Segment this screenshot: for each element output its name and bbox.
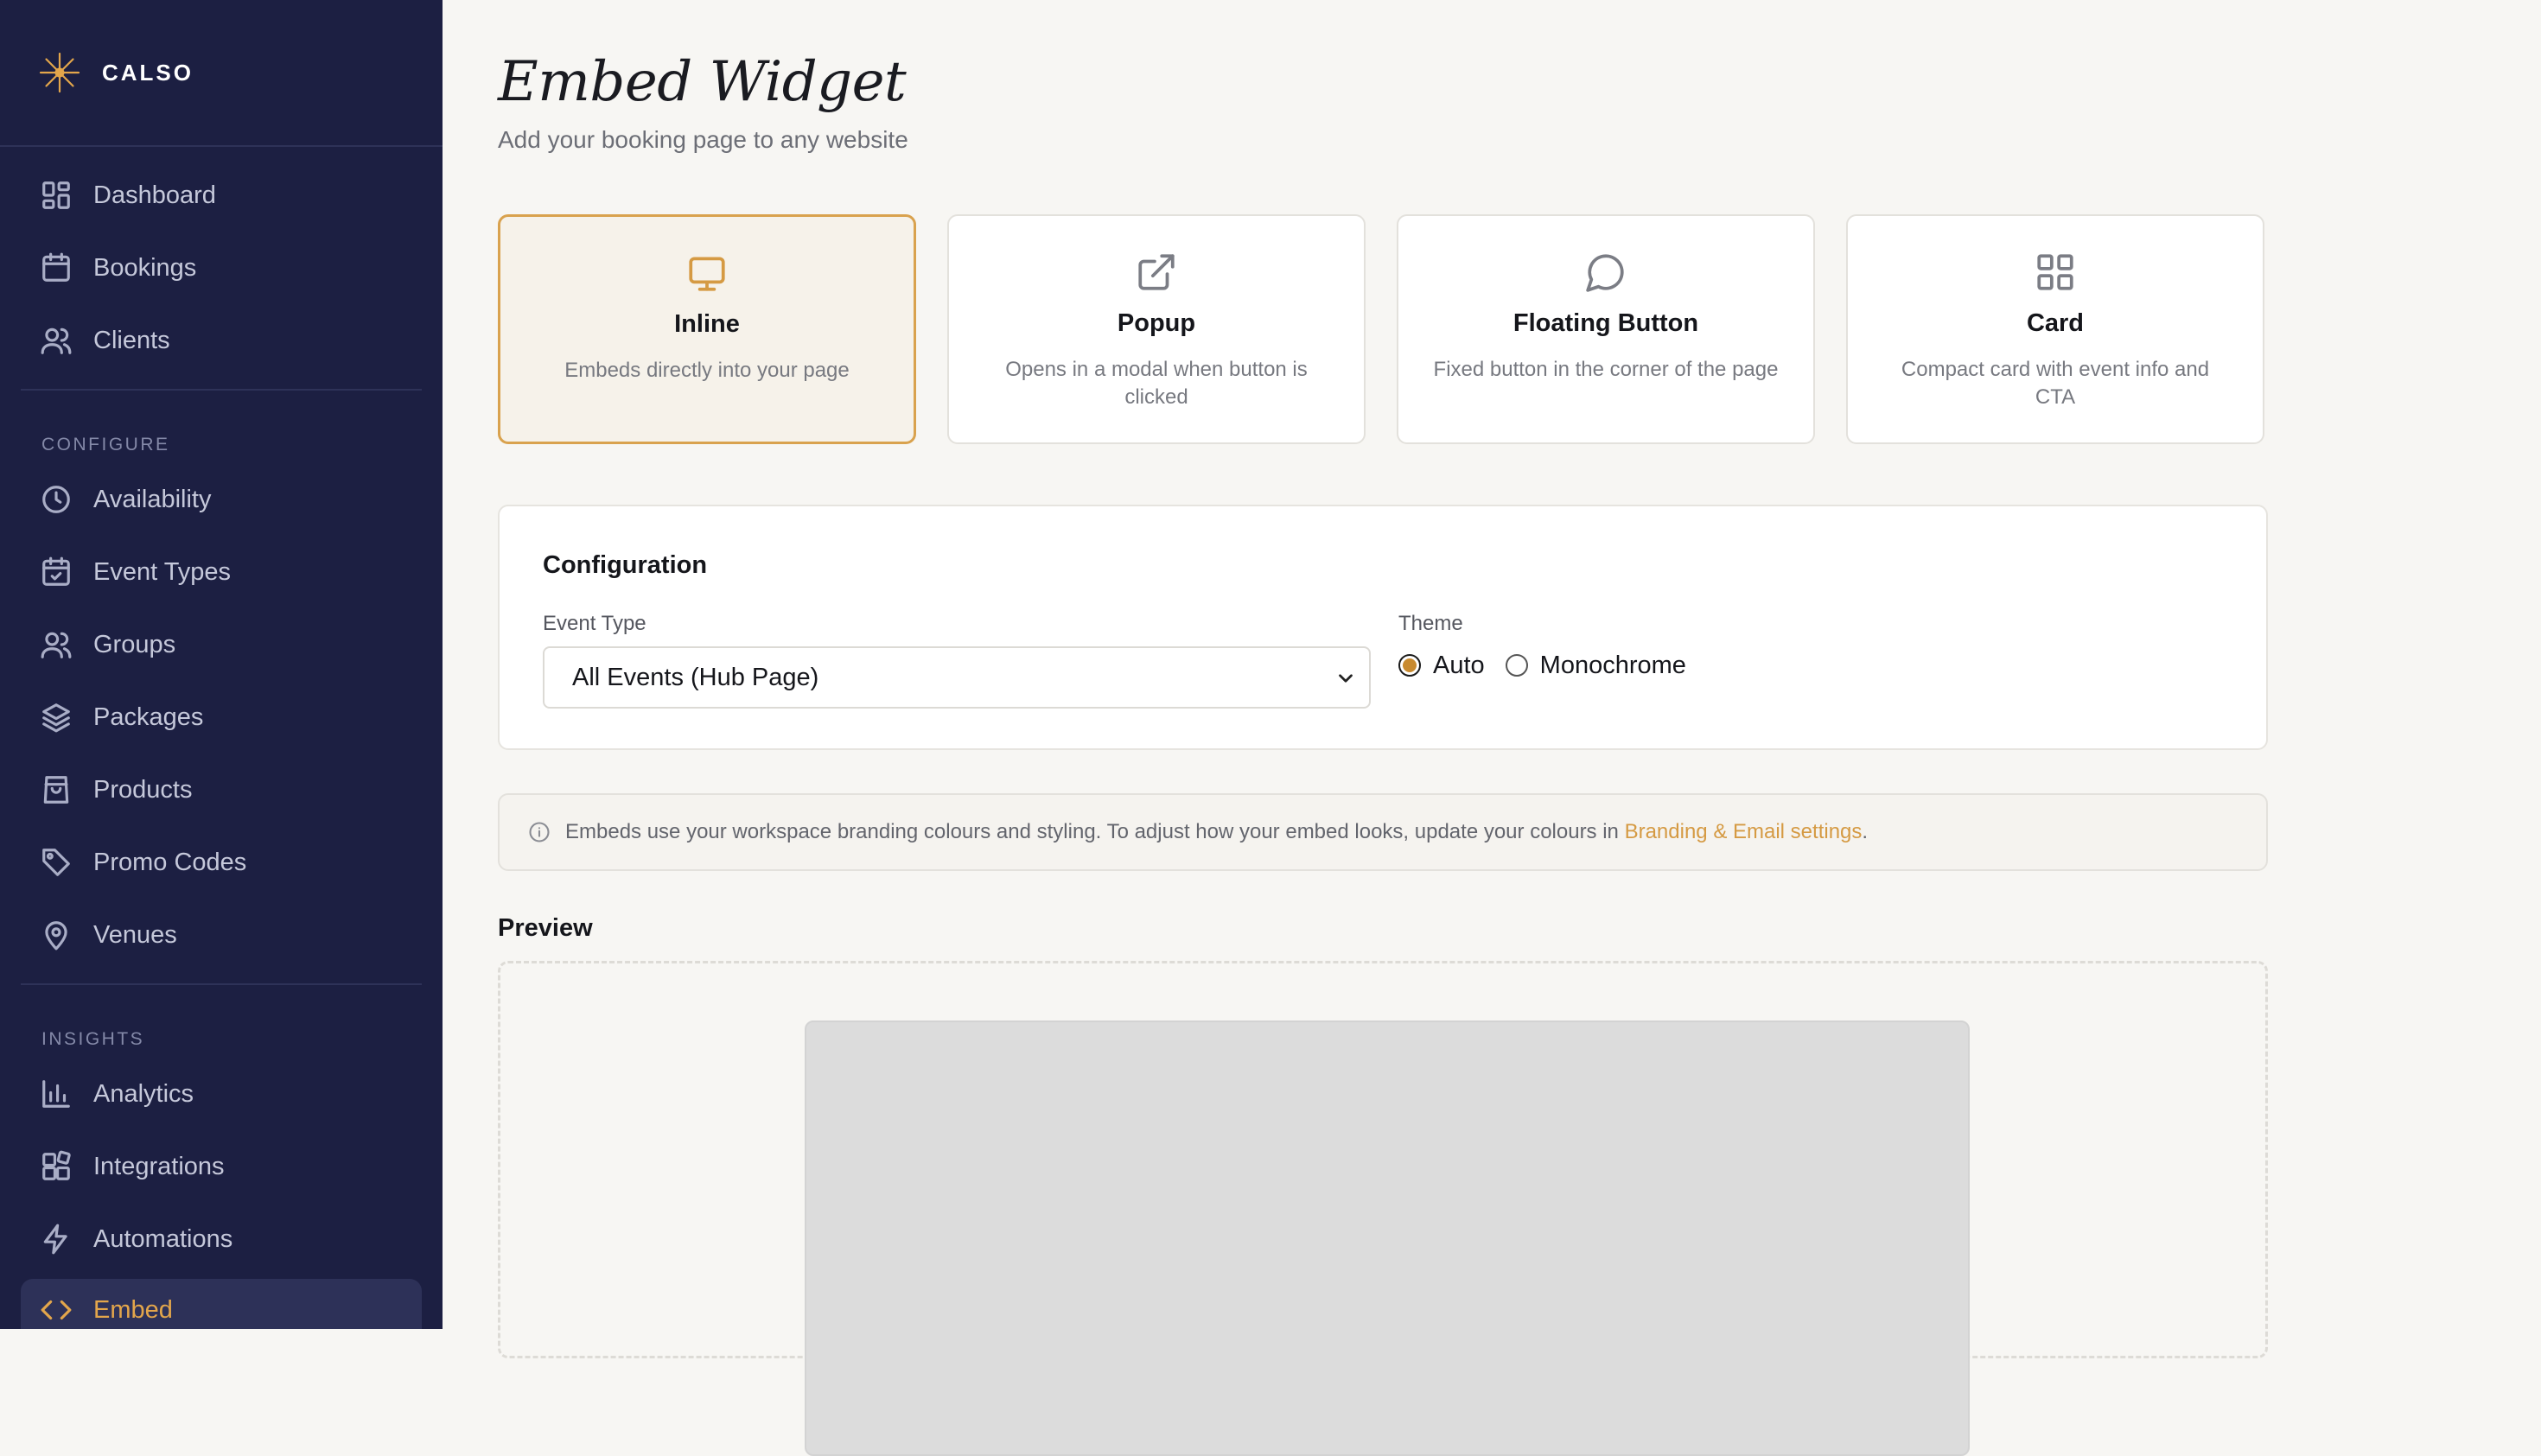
mode-card-card[interactable]: Card Compact card with event info and CT…	[1846, 214, 2264, 444]
radio-dot[interactable]	[1505, 654, 1528, 677]
code-icon	[40, 1294, 73, 1326]
sidebar-item-label: Clients	[93, 326, 170, 354]
event-type-label: Event Type	[543, 612, 646, 635]
grid-icon	[1848, 251, 2263, 294]
mode-card-description: Fixed button in the corner of the page	[1433, 358, 1779, 381]
sidebar-item-integrations[interactable]: Integrations	[21, 1135, 422, 1198]
preview-frame	[805, 1020, 1970, 1456]
theme-label: Theme	[1398, 612, 1463, 635]
page-title: Embed Widget	[498, 50, 907, 114]
sidebar-item-packages[interactable]: Packages	[21, 686, 422, 748]
map-pin-icon	[40, 919, 73, 951]
mode-card-description: Embeds directly into your page	[564, 359, 850, 382]
sidebar-item-label: Analytics	[93, 1079, 194, 1108]
sidebar-item-dashboard[interactable]: Dashboard	[21, 164, 422, 226]
sidebar-item-groups[interactable]: Groups	[21, 614, 422, 676]
sidebar-item-bookings[interactable]: Bookings	[21, 237, 422, 299]
sidebar-divider	[0, 145, 443, 147]
monitor-icon	[500, 251, 914, 295]
sidebar-item-automations[interactable]: Automations	[21, 1208, 422, 1270]
sidebar-item-label: Bookings	[93, 253, 197, 282]
configuration-title: Configuration	[543, 551, 708, 579]
event-type-select[interactable]: All Events (Hub Page)	[543, 646, 1371, 709]
sidebar-item-label: Packages	[93, 703, 204, 731]
sidebar-item-event-types[interactable]: Event Types	[21, 541, 422, 603]
info-icon	[527, 820, 551, 844]
sidebar-item-embed[interactable]: Embed	[21, 1279, 422, 1329]
theme-option-label: Monochrome	[1539, 651, 1686, 679]
mode-card-title: Popup	[1117, 309, 1196, 337]
sidebar-item-products[interactable]: Products	[21, 759, 422, 821]
theme-radio-monochrome[interactable]: Monochrome	[1505, 651, 1686, 680]
chevron-down-icon	[1334, 667, 1357, 690]
brand-name: CALSO	[102, 59, 194, 86]
dashboard-icon	[40, 179, 73, 212]
main-content: Embed Widget Add your booking page to an…	[443, 0, 2541, 1456]
branding-info-notice: Embeds use your workspace branding colou…	[498, 793, 2268, 871]
sidebar-item-label: Automations	[93, 1224, 233, 1253]
layers-icon	[40, 701, 73, 734]
event-type-value: All Events (Hub Page)	[572, 663, 819, 691]
sidebar: CALSO Dashboard Bookings Clients CONFIGU…	[0, 0, 443, 1329]
info-suffix: .	[1862, 820, 1869, 843]
sidebar-item-label: Dashboard	[93, 181, 216, 209]
shopping-bag-icon	[40, 773, 73, 806]
branding-settings-link[interactable]: Branding & Email settings	[1625, 820, 1863, 843]
configuration-panel: Configuration Event Type All Events (Hub…	[498, 505, 2268, 750]
sidebar-item-clients[interactable]: Clients	[21, 309, 422, 372]
clock-icon	[40, 483, 73, 516]
sidebar-item-label: Venues	[93, 920, 177, 949]
mode-card-popup[interactable]: Popup Opens in a modal when button is cl…	[947, 214, 1366, 444]
sidebar-divider	[21, 983, 422, 985]
radio-dot[interactable]	[1398, 654, 1421, 677]
info-text: Embeds use your workspace branding colou…	[565, 820, 1868, 844]
puzzle-icon	[40, 1150, 73, 1183]
brand[interactable]: CALSO	[38, 48, 194, 97]
sun-logo-icon	[39, 52, 80, 93]
preview-area	[498, 961, 2268, 1456]
mode-card-floating-button[interactable]: Floating Button Fixed button in the corn…	[1397, 214, 1815, 444]
theme-radio-group: Auto Monochrome	[1398, 646, 1707, 684]
sidebar-item-label: Embed	[93, 1295, 173, 1324]
external-link-icon	[949, 251, 1364, 294]
bar-chart-icon	[40, 1078, 73, 1110]
section-label-configure: CONFIGURE	[41, 435, 170, 455]
mode-card-description: Opens in a modal when button is clicked	[1005, 358, 1308, 409]
theme-radio-auto[interactable]: Auto	[1398, 652, 1485, 680]
calendar-icon	[40, 251, 73, 284]
sidebar-item-analytics[interactable]: Analytics	[21, 1063, 422, 1125]
sidebar-item-label: Products	[93, 775, 193, 804]
page-subtitle: Add your booking page to any website	[498, 126, 908, 153]
mode-card-title: Card	[2026, 309, 2085, 337]
sidebar-item-availability[interactable]: Availability	[21, 468, 422, 531]
sidebar-item-label: Availability	[93, 485, 212, 513]
mode-card-inline[interactable]: Inline Embeds directly into your page	[498, 214, 916, 444]
section-label-insights: INSIGHTS	[41, 1029, 145, 1049]
sidebar-item-label: Event Types	[93, 557, 232, 586]
group-icon	[40, 628, 73, 661]
mode-card-description: Compact card with event info and CTA	[1901, 358, 2210, 409]
sidebar-item-venues[interactable]: Venues	[21, 904, 422, 966]
info-message: Embeds use your workspace branding colou…	[565, 820, 1625, 843]
users-icon	[40, 324, 73, 357]
theme-option-label: Auto	[1433, 651, 1485, 679]
sidebar-item-label: Promo Codes	[93, 848, 247, 876]
bolt-icon	[40, 1223, 73, 1256]
tag-icon	[40, 846, 73, 879]
sidebar-divider	[21, 389, 422, 391]
sidebar-item-promo-codes[interactable]: Promo Codes	[21, 831, 422, 893]
sidebar-item-label: Integrations	[93, 1152, 225, 1180]
chat-bubble-icon	[1398, 251, 1813, 294]
calendar-check-icon	[40, 556, 73, 588]
preview-label: Preview	[498, 914, 593, 942]
sidebar-item-label: Groups	[93, 630, 176, 658]
mode-card-title: Floating Button	[1512, 309, 1699, 337]
mode-card-title: Inline	[674, 310, 740, 338]
